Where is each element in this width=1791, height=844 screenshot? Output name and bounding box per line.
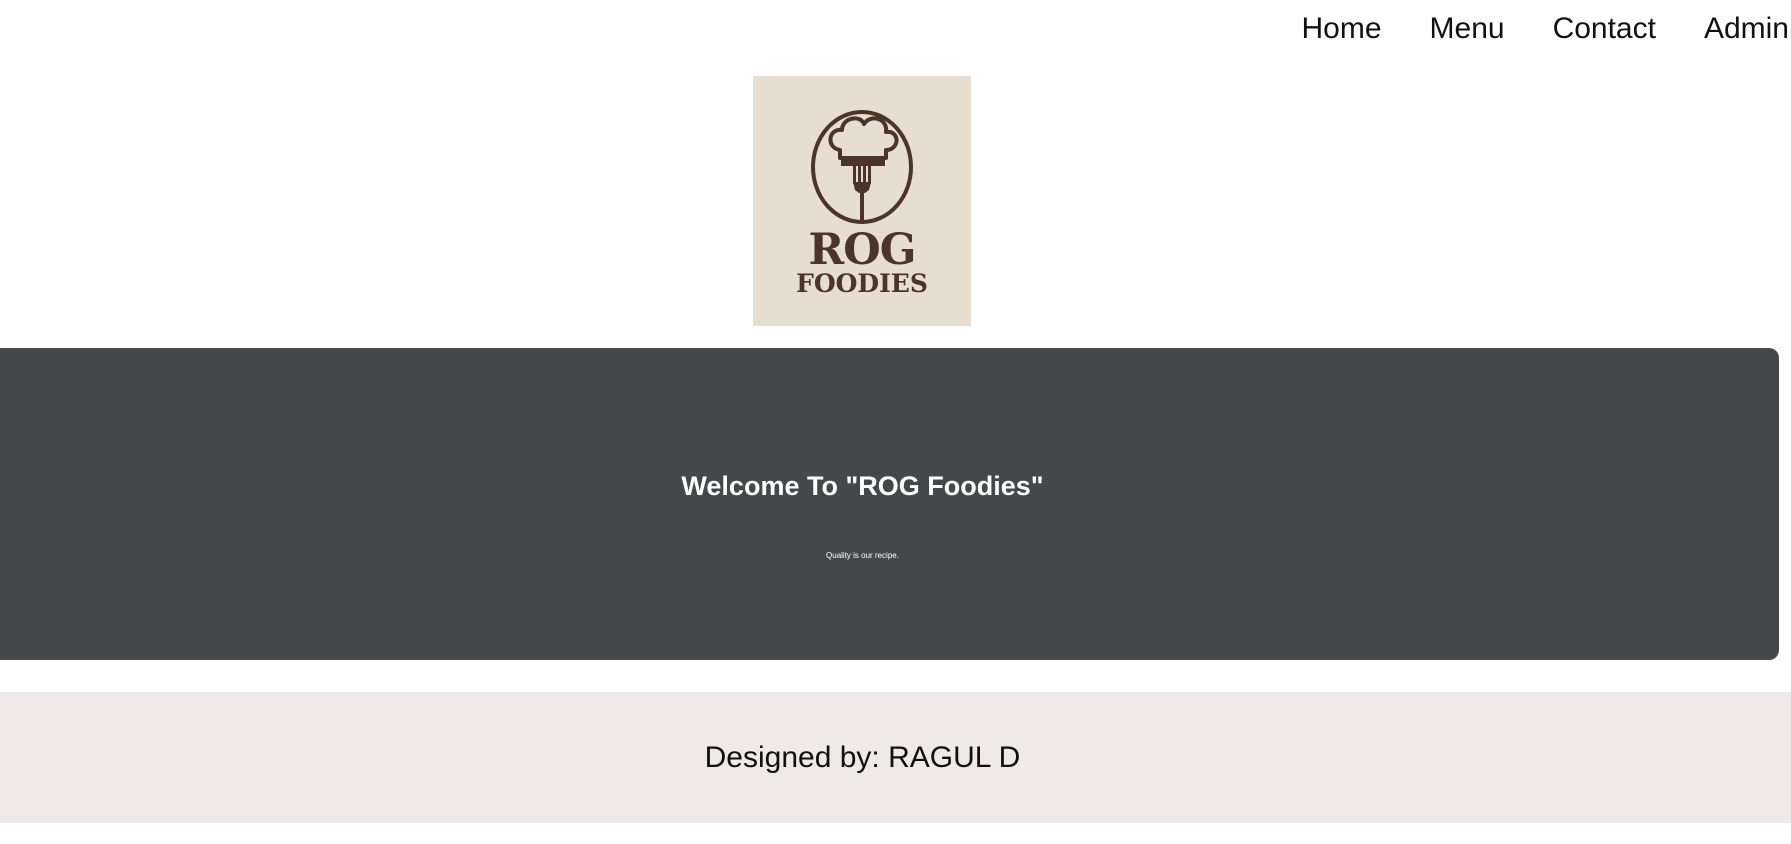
- chef-fork-emblem-icon: [811, 110, 913, 224]
- chef-hat-icon: [828, 116, 899, 166]
- logo-wordmark-rog: ROG: [808, 225, 917, 275]
- hero-title: Welcome To "ROG Foodies": [681, 471, 1044, 501]
- footer-credit: Designed by: RAGUL D: [704, 741, 1021, 774]
- brand-logo: ROG FOODIES: [753, 76, 971, 326]
- nav-home-link[interactable]: Home: [1301, 8, 1381, 50]
- nav-menu-link[interactable]: Menu: [1430, 8, 1505, 50]
- nav-contact-link[interactable]: Contact: [1553, 8, 1656, 50]
- nav-admin-link[interactable]: Admin: [1704, 8, 1789, 50]
- page: Home Menu Contact Admin ROG FOODIES Welc…: [0, 0, 1791, 844]
- top-nav: Home Menu Contact Admin: [1253, 8, 1789, 50]
- hero-banner: Welcome To "ROG Foodies" Quality is our …: [0, 348, 1779, 660]
- logo-wordmark-foodies: FOODIES: [796, 269, 928, 298]
- hero-tagline: Quality is our recipe.: [826, 551, 899, 560]
- footer: Designed by: RAGUL D: [0, 692, 1791, 823]
- fork-icon: [853, 166, 871, 224]
